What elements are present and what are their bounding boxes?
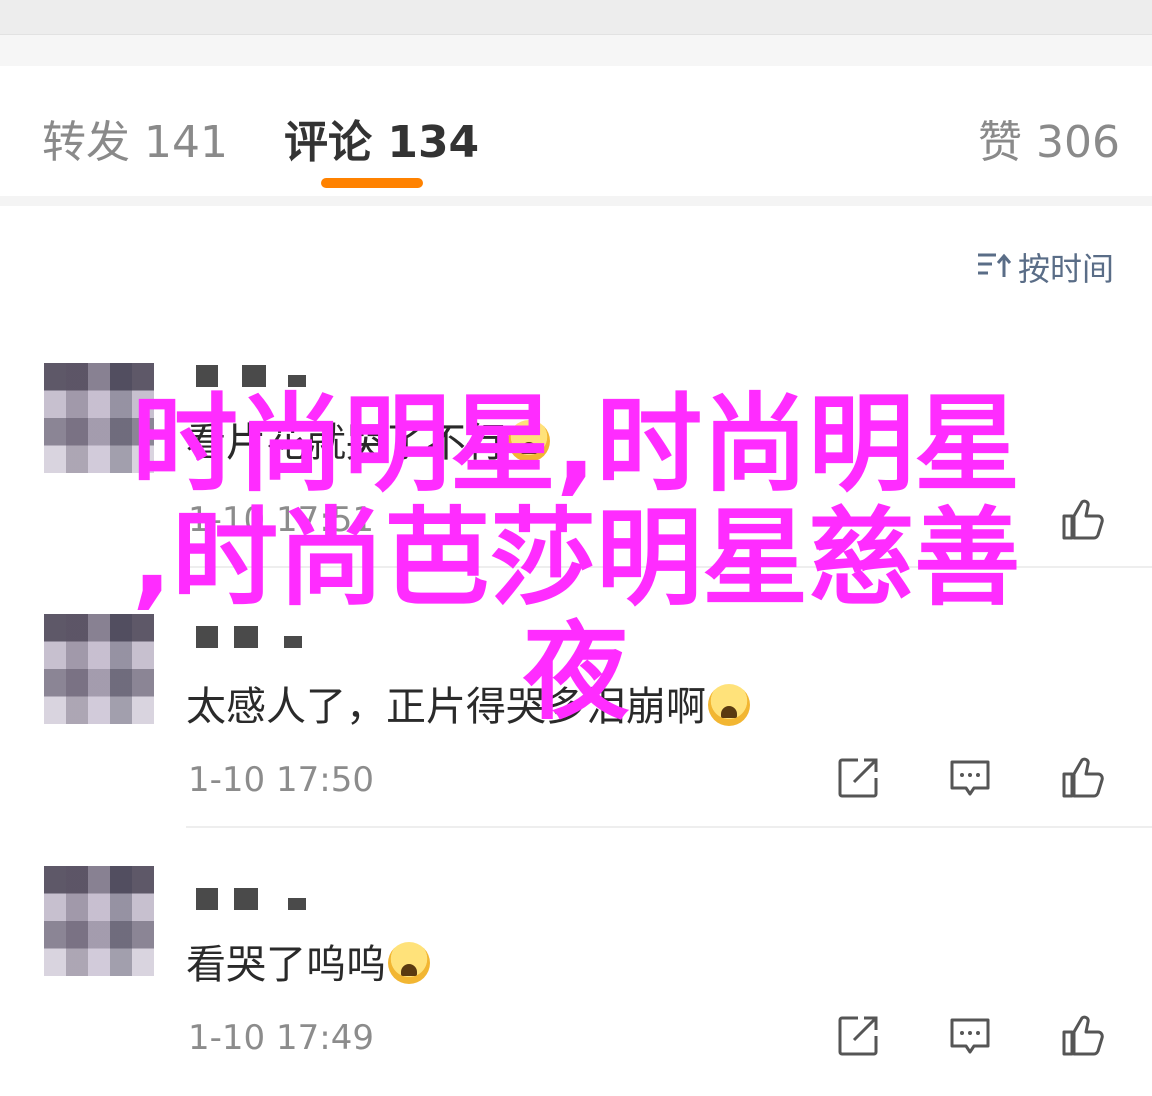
avatar[interactable] <box>44 363 154 473</box>
comment-icon[interactable] <box>948 1014 992 1058</box>
sort-label: 按时间 <box>1017 250 1114 288</box>
crying-emoji-icon <box>708 684 750 726</box>
divider <box>186 566 1152 568</box>
tab-bar: 转发 141 评论 134 赞 306 <box>0 66 1152 206</box>
comment-actions <box>832 498 1112 544</box>
tab-likes-label: 赞 <box>978 117 1022 168</box>
tab-likes[interactable]: 赞 306 <box>978 106 1120 170</box>
repost-icon[interactable] <box>836 756 880 800</box>
tab-comments-count: 134 <box>387 117 480 168</box>
thumbs-up-icon[interactable] <box>1060 756 1104 800</box>
thumbs-up-icon[interactable] <box>1060 1014 1104 1058</box>
comment-text: 太感人了，正片得哭多泪崩啊 <box>186 674 750 732</box>
crying-emoji-icon <box>388 942 430 984</box>
comment-actions <box>832 1014 1112 1060</box>
tab-repost[interactable]: 转发 141 <box>42 106 228 170</box>
active-tab-indicator <box>321 178 423 188</box>
status-bar-area <box>0 0 1152 67</box>
comment-actions <box>832 756 1112 802</box>
repost-icon[interactable] <box>836 1014 880 1058</box>
comment-text: 看哭了呜呜 <box>186 932 430 990</box>
sort-by-time-button[interactable]: 按时间 <box>976 244 1114 290</box>
sort-icon <box>976 250 1012 288</box>
tab-comments[interactable]: 评论 134 <box>284 106 479 170</box>
comment-time: 1-10 17:49 <box>188 1018 374 1058</box>
comment-text: 看片花就哭了不行 <box>186 410 550 468</box>
tab-likes-count: 306 <box>1036 117 1120 168</box>
thumbs-up-icon[interactable] <box>1060 498 1104 542</box>
divider <box>186 826 1152 828</box>
avatar[interactable] <box>44 614 154 724</box>
avatar[interactable] <box>44 866 154 976</box>
header-edge <box>0 34 1152 67</box>
comment-time: 1-10 17:50 <box>188 760 374 800</box>
crying-emoji-icon <box>508 420 550 462</box>
tab-repost-label: 转发 <box>42 117 130 168</box>
tab-comments-label: 评论 <box>284 117 372 168</box>
overlay-line-1: 时尚明星,时尚明星 <box>131 383 1021 506</box>
tab-repost-count: 141 <box>144 117 228 168</box>
comment-icon[interactable] <box>948 756 992 800</box>
comment-time: 1-10 17:51 <box>188 500 374 540</box>
